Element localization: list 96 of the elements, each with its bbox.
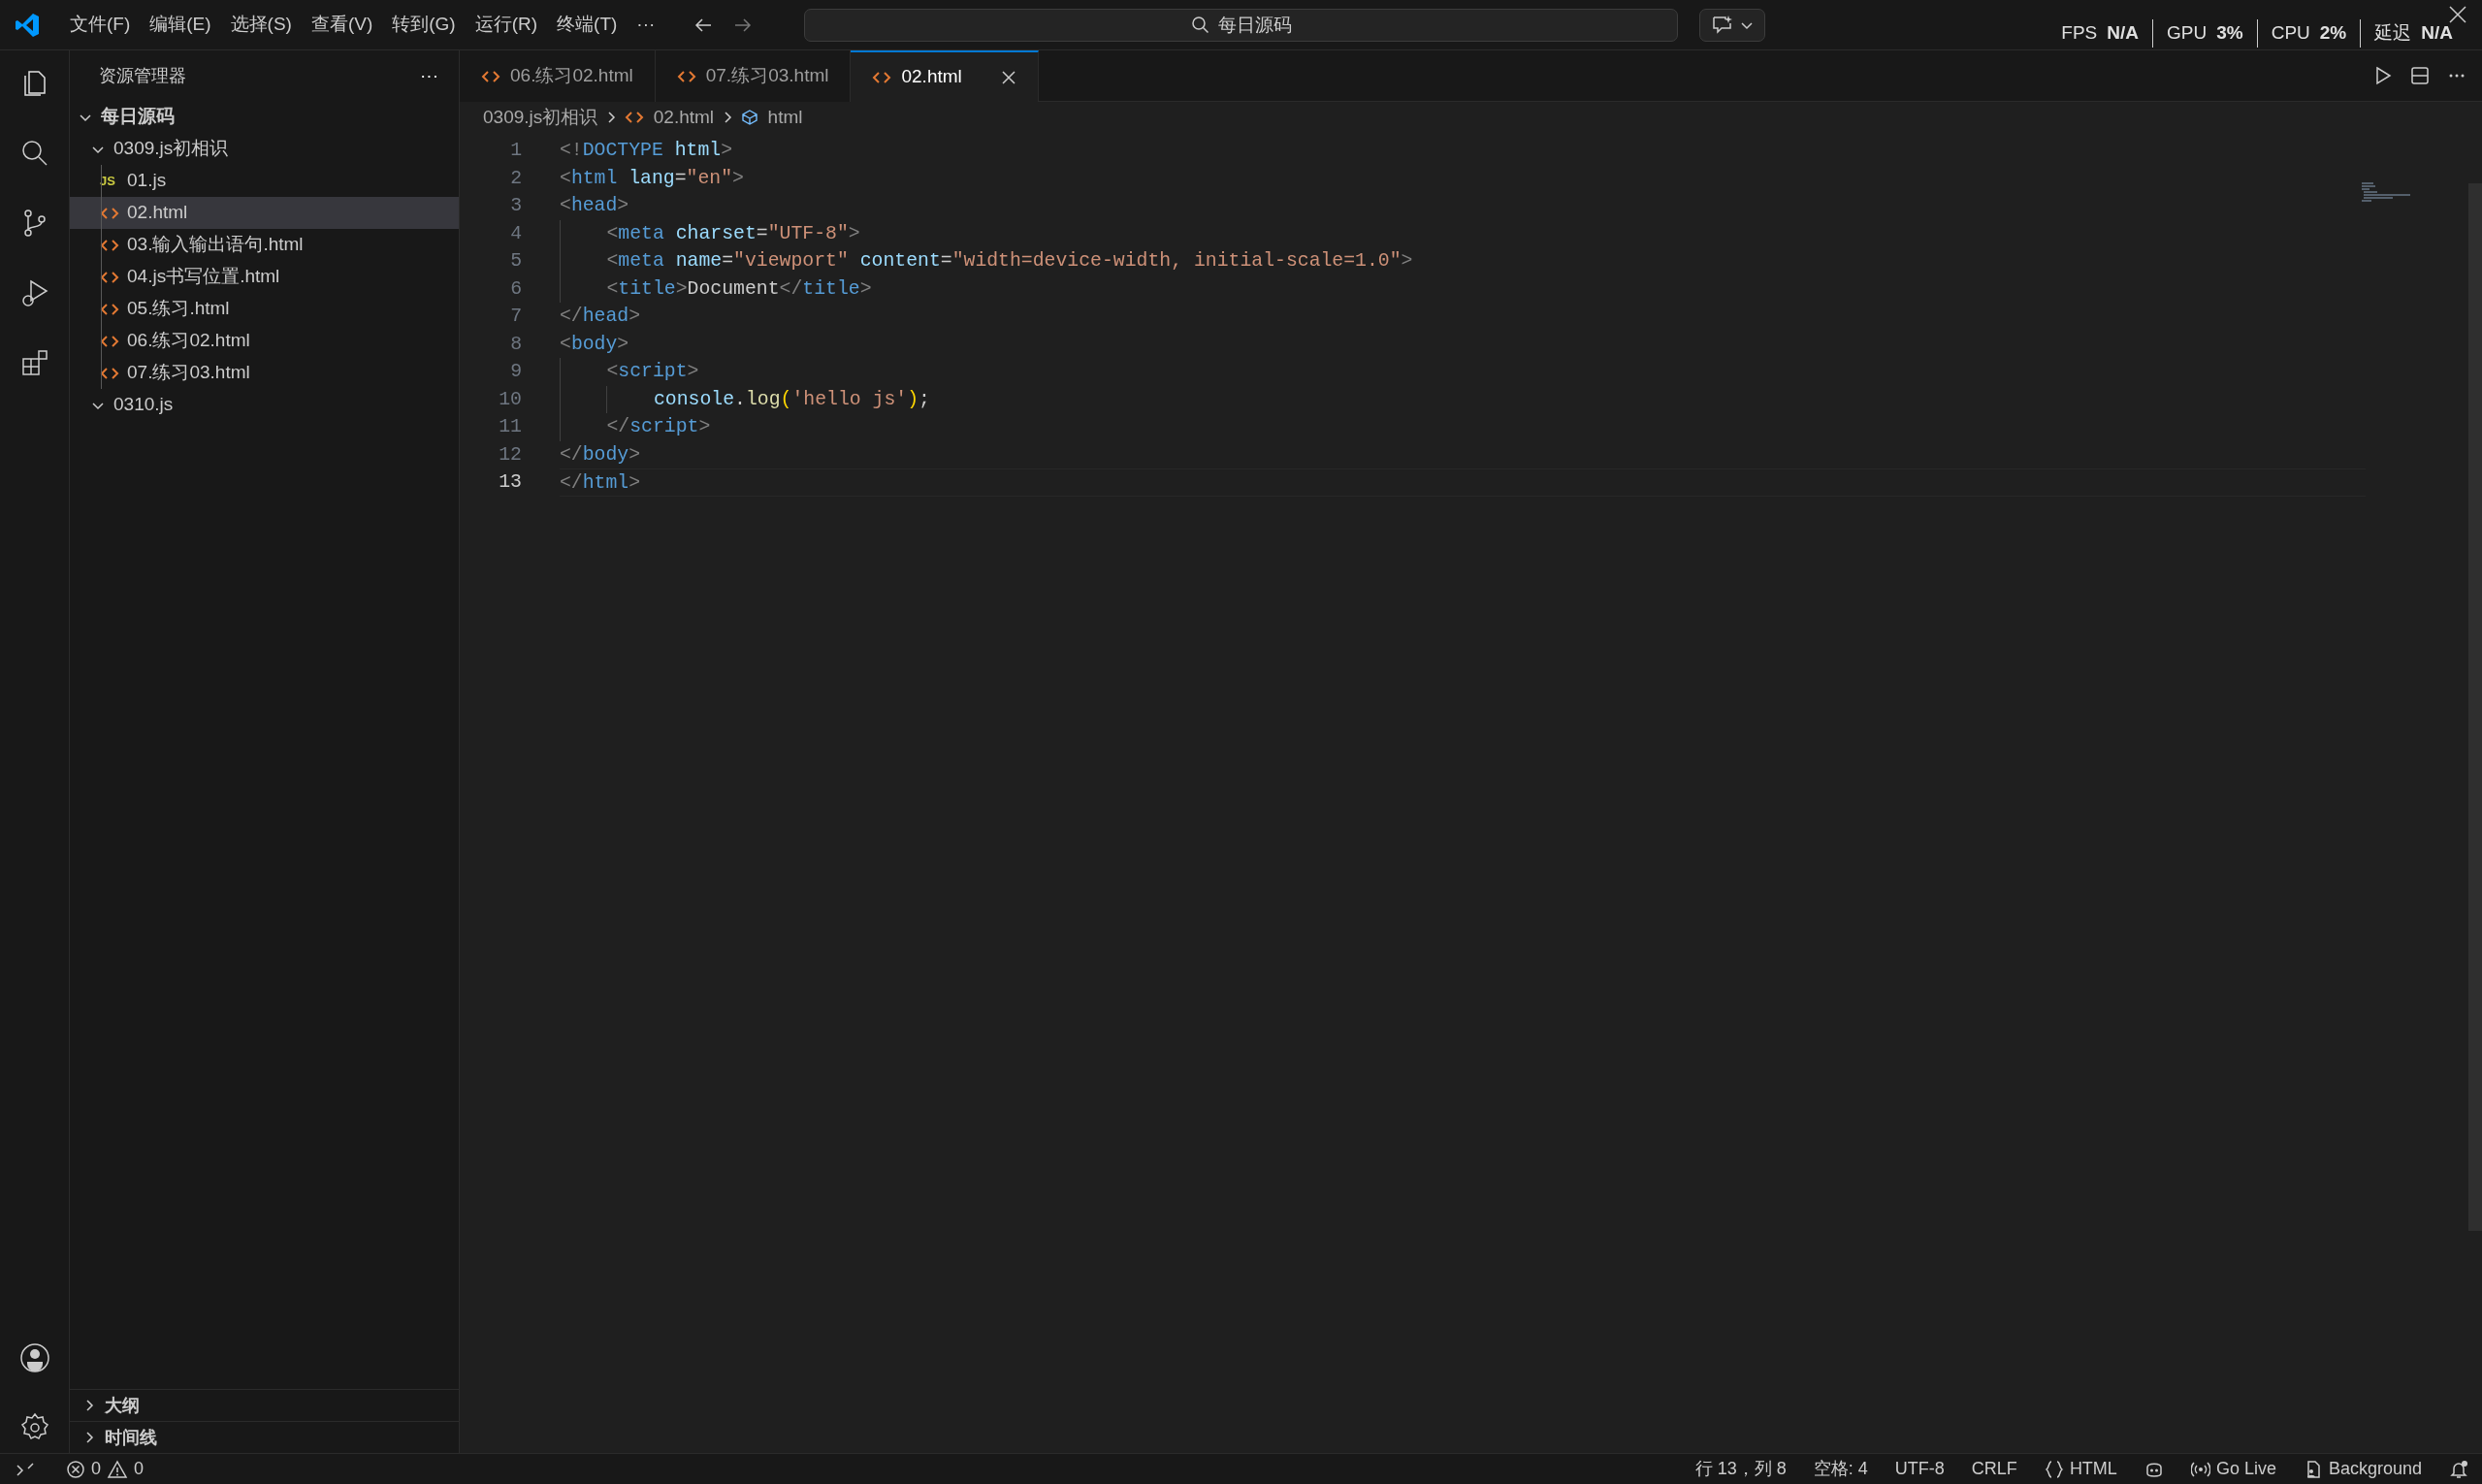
line-number: 1 [509, 139, 522, 163]
line-number: 11 [498, 415, 522, 439]
panel-title: 资源管理器 [99, 64, 186, 87]
chat-sparkle-icon [1711, 15, 1734, 36]
section-header[interactable]: 大纲 [70, 1389, 459, 1421]
code-line: <script> [560, 358, 2366, 386]
status-item[interactable]: HTML [2030, 1456, 2131, 1482]
file-row[interactable]: 05.练习.html [70, 293, 459, 325]
account-icon[interactable] [18, 1342, 50, 1373]
code-line: <!DOCTYPE html> [560, 139, 734, 163]
file-row[interactable]: 07.练习03.html [70, 357, 459, 389]
perf-value: 3% [2216, 22, 2243, 43]
menu-item[interactable]: 文件(F) [60, 7, 141, 43]
file-row[interactable]: 03.输入输出语句.html [70, 229, 459, 261]
editor-tab[interactable]: 02.html [851, 50, 1039, 102]
menu-item[interactable]: 运行(R) [465, 7, 548, 43]
status-item[interactable]: 空格: 4 [1799, 1456, 1882, 1482]
code-file-icon [100, 205, 119, 221]
code-file-icon [100, 301, 119, 317]
perf-label: 延迟 [2374, 22, 2412, 43]
breadcrumb-item[interactable]: 02.html [625, 103, 715, 132]
line-number: 4 [509, 221, 522, 246]
menu-item[interactable]: 编辑(E) [140, 7, 221, 43]
code-line: </html> [560, 468, 2366, 497]
code-line: <title>Document</title> [560, 274, 2366, 303]
code-line: <meta name="viewport" content="width=device-width, initial-scale=1.0"> [560, 247, 2366, 275]
perf-label: GPU [2167, 22, 2208, 43]
code-line: </body> [560, 442, 642, 468]
menu-item[interactable]: 转到(G) [382, 7, 466, 43]
code-line: <html lang="en"> [560, 166, 745, 191]
line-number: 3 [509, 194, 522, 218]
close-icon[interactable] [1000, 69, 1016, 85]
problems-button[interactable]: 0 0 [56, 1456, 154, 1482]
warning-count: 0 [134, 1458, 145, 1480]
status-item[interactable]: Background [2289, 1456, 2435, 1482]
code-line: </head> [560, 305, 642, 329]
folder-row[interactable]: 0310.js [70, 389, 459, 421]
code-file-icon [100, 237, 119, 253]
folder-row[interactable]: 0309.js初相识 [70, 133, 459, 165]
perf-value: 2% [2319, 22, 2347, 43]
line-number: 7 [509, 305, 522, 329]
editor-logo-icon [14, 11, 41, 39]
search-icon [1190, 16, 1210, 35]
notification-bell-icon [2449, 1459, 2468, 1479]
line-number: 6 [509, 276, 522, 302]
broadcast-icon [2190, 1459, 2210, 1479]
line-number: 8 [509, 332, 522, 357]
code-line: console.log('hello js'); [560, 385, 2366, 413]
line-number: 5 [509, 249, 522, 274]
editor-tab[interactable]: 06.练习02.html [460, 50, 656, 102]
code-line: <meta charset="UTF-8"> [560, 219, 2366, 247]
code-line: <head> [560, 194, 630, 218]
code-file-icon [872, 69, 892, 85]
file-row[interactable]: 04.js书写位置.html [70, 261, 459, 293]
breadcrumb-item[interactable]: 0309.js初相识 [483, 103, 598, 132]
code-file-icon [676, 68, 696, 84]
status-item[interactable]: UTF-8 [1881, 1456, 1958, 1482]
line-number: 13 [498, 470, 522, 495]
more-actions-button[interactable]: ··· [419, 60, 439, 91]
perf-value: N/A [2421, 22, 2453, 43]
line-number: 9 [509, 360, 522, 384]
menu-item[interactable]: 终端(T) [547, 7, 628, 43]
editor-tab[interactable]: 07.练习03.html [655, 50, 852, 102]
status-item[interactable]: 行 13，列 8 [1681, 1456, 1800, 1482]
code-file-icon [625, 110, 645, 125]
error-icon [66, 1459, 85, 1479]
search-field[interactable]: 每日源码 [804, 9, 1678, 42]
perf-label: FPS [2061, 22, 2098, 43]
code-line: </script> [560, 413, 2366, 441]
line-number: 12 [498, 442, 522, 468]
line-number: 10 [498, 387, 522, 412]
run-icon[interactable] [2373, 66, 2393, 85]
perf-value: N/A [2107, 22, 2139, 43]
braces-icon [2044, 1459, 2064, 1479]
chat-button[interactable] [1699, 9, 1765, 42]
warning-icon [107, 1459, 128, 1479]
status-item[interactable]: Go Live [2176, 1456, 2290, 1482]
line-number: 2 [509, 166, 522, 191]
menu-item[interactable]: 选择(S) [220, 7, 302, 43]
split-editor-icon[interactable] [2410, 66, 2430, 85]
file-row[interactable]: 02.html [70, 197, 459, 229]
code-file-icon [100, 269, 119, 285]
breadcrumb-item[interactable]: html [741, 103, 803, 132]
menu-item[interactable]: 查看(V) [301, 7, 383, 43]
close-icon[interactable] [2447, 4, 2468, 25]
file-row[interactable]: 06.练习02.html [70, 325, 459, 357]
code-file-icon [481, 68, 500, 84]
code-file-icon [100, 365, 119, 381]
code-line: <body> [560, 332, 630, 357]
code-file-icon [100, 333, 119, 349]
more-menu-button[interactable]: ··· [627, 7, 665, 43]
error-count: 0 [91, 1458, 101, 1480]
workspace-row[interactable]: 每日源码 [70, 101, 459, 133]
perf-label: CPU [2271, 22, 2310, 43]
status-item[interactable]: CRLF [1957, 1456, 2031, 1482]
cube-icon [741, 109, 759, 126]
